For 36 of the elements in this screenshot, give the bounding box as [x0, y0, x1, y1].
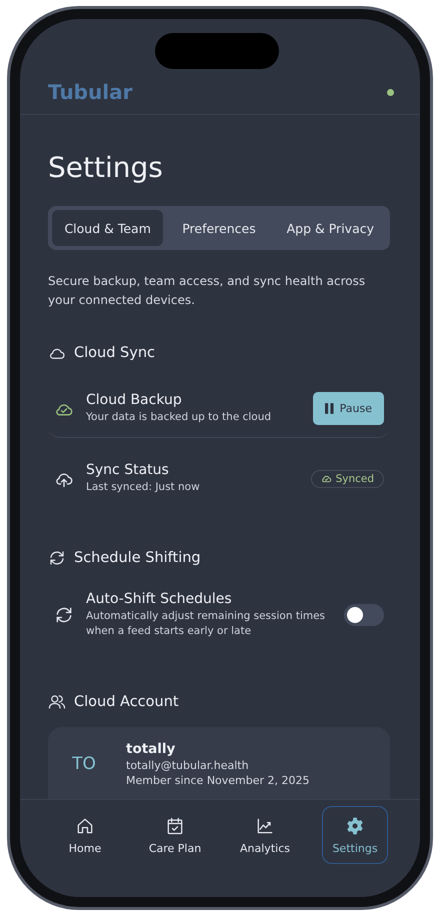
refresh-icon	[54, 605, 74, 625]
section-title: Cloud Sync	[74, 345, 155, 361]
cloud-check-icon	[320, 473, 332, 484]
setting-description: Automatically adjust remaining session times when a feed starts early or late	[86, 609, 326, 639]
tab[interactable]: Preferences	[163, 210, 275, 246]
status-dot-icon	[387, 89, 394, 96]
member-since: Member since November 2, 2025	[126, 774, 310, 787]
page-title: Settings	[48, 151, 164, 184]
account-email: totally@tubular.health	[126, 759, 250, 772]
tab[interactable]: App & Privacy	[274, 210, 386, 246]
setting-title: Auto-Shift Schedules	[86, 591, 233, 607]
setting-title: Cloud Backup	[86, 392, 183, 408]
toggle-switch[interactable]	[344, 604, 384, 626]
avatar-initials: TO	[71, 754, 97, 774]
page-description: Secure backup, team access, and sync health across your connected devices.	[48, 273, 366, 309]
line-chart-icon	[255, 816, 275, 836]
app-logo: Tubular	[48, 80, 132, 104]
nav-item[interactable]: Analytics	[232, 806, 298, 864]
section-title: Schedule Shifting	[74, 550, 201, 566]
account-name: totally	[126, 741, 176, 757]
pause-icon	[324, 403, 334, 414]
home-icon	[75, 816, 95, 836]
refresh-icon	[48, 549, 66, 567]
nav-item[interactable]: Settings	[322, 806, 388, 864]
status-badge: Synced	[310, 470, 384, 488]
setting-description: Your data is backed up to the cloud	[86, 410, 272, 425]
pause-button[interactable]: Pause	[312, 392, 384, 425]
users-icon	[48, 693, 66, 711]
tab[interactable]: Cloud & Team	[52, 210, 164, 246]
nav-item[interactable]: Home	[52, 806, 118, 864]
settings-icon	[345, 816, 365, 836]
calendar-check-icon	[165, 816, 185, 836]
section-title: Cloud Account	[74, 694, 179, 710]
setting-title: Sync Status	[86, 462, 170, 478]
nav-item[interactable]: Care Plan	[142, 806, 208, 864]
setting-description: Last synced: Just now	[86, 480, 201, 495]
